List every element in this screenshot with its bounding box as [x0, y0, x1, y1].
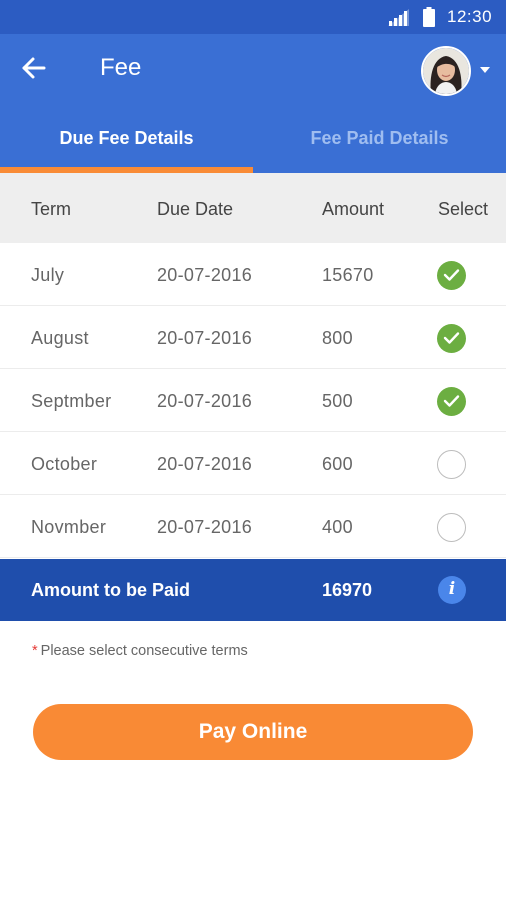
- total-label: Amount to be Paid: [31, 580, 190, 600]
- header-select: Select: [438, 199, 489, 219]
- pay-online-button[interactable]: Pay Online: [33, 704, 473, 760]
- table-row: August 20-07-2016 800: [0, 306, 506, 369]
- table-row: October 20-07-2016 600: [0, 432, 506, 495]
- user-avatar[interactable]: [421, 46, 471, 96]
- total-value: 16970: [322, 580, 373, 600]
- due-date-cell: 20-07-2016: [157, 328, 253, 348]
- header-term: Term: [31, 199, 71, 219]
- required-asterisk: *: [32, 643, 38, 659]
- signal-icon: [388, 9, 409, 26]
- checkmark-icon: [443, 332, 460, 344]
- amount-cell: 800: [322, 328, 353, 348]
- tab-bar: Due Fee Details Fee Paid Details: [0, 116, 506, 173]
- term-cell: August: [31, 328, 89, 348]
- caret-down-icon[interactable]: [479, 66, 491, 74]
- select-checkbox[interactable]: [437, 387, 466, 416]
- amount-cell: 15670: [322, 265, 374, 285]
- clock-time: 12:30: [447, 7, 493, 26]
- term-cell: October: [31, 454, 98, 474]
- amount-cell: 600: [322, 454, 353, 474]
- select-checkbox[interactable]: [437, 261, 466, 290]
- term-cell: July: [31, 265, 65, 285]
- table-row: Novmber 20-07-2016 400: [0, 495, 506, 558]
- due-date-cell: 20-07-2016: [157, 391, 253, 411]
- select-checkbox[interactable]: [437, 324, 466, 353]
- table-header: Term Due Date Amount Select: [0, 173, 506, 243]
- table-row: Septmber 20-07-2016 500: [0, 369, 506, 432]
- status-bar: 12:30: [0, 0, 506, 34]
- select-checkbox[interactable]: [437, 513, 466, 542]
- app-bar: Fee: [0, 34, 506, 116]
- tab-fee-paid-details[interactable]: Fee Paid Details: [253, 116, 506, 173]
- info-icon[interactable]: i: [438, 576, 466, 604]
- consecutive-terms-note: * Please select consecutive terms: [32, 643, 248, 659]
- term-cell: Septmber: [31, 391, 112, 411]
- page-title: Fee: [100, 54, 142, 81]
- table-row: July 20-07-2016 15670: [0, 243, 506, 306]
- due-date-cell: 20-07-2016: [157, 265, 253, 285]
- arrow-left-icon[interactable]: [20, 54, 48, 82]
- due-date-cell: 20-07-2016: [157, 517, 253, 537]
- header-due-date: Due Date: [157, 199, 234, 219]
- checkmark-icon: [443, 269, 460, 281]
- amount-cell: 500: [322, 391, 353, 411]
- battery-icon: [423, 7, 435, 27]
- amount-cell: 400: [322, 517, 353, 537]
- due-date-cell: 20-07-2016: [157, 454, 253, 474]
- avatar-portrait: [423, 48, 469, 94]
- select-checkbox[interactable]: [437, 450, 466, 479]
- term-cell: Novmber: [31, 517, 107, 537]
- total-bar: Amount to be Paid 16970 i: [0, 559, 506, 621]
- checkmark-icon: [443, 395, 460, 407]
- tab-due-fee-details[interactable]: Due Fee Details: [0, 116, 253, 173]
- info-glyph: i: [448, 579, 456, 599]
- note-text: Please select consecutive terms: [40, 643, 248, 659]
- header-amount: Amount: [322, 199, 385, 219]
